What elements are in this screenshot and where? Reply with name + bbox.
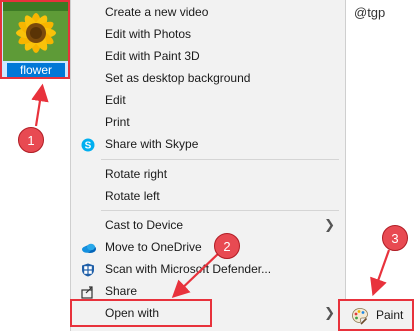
callout-badge-1: 1 xyxy=(18,127,44,153)
arrow-to-open-with xyxy=(171,251,221,299)
callout-badge-3: 3 xyxy=(382,225,408,251)
callout-badge-2: 2 xyxy=(214,233,240,259)
annotation-arrows xyxy=(31,83,391,299)
arrow-to-file xyxy=(31,83,49,127)
arrow-to-paint xyxy=(370,249,391,297)
